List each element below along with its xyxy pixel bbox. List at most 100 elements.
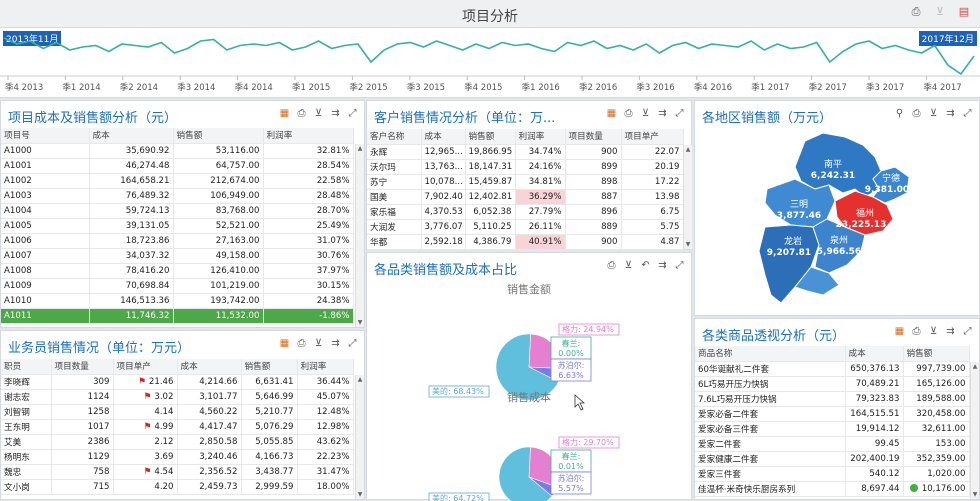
customer-scrollbar[interactable]: ▲ ▼ — [683, 145, 692, 249]
table-row[interactable]: A1004 59,724.13 83,768.00 28.70% — [1, 203, 354, 219]
goods-scrollbar[interactable]: ▲ ▼ — [970, 362, 979, 499]
column-header[interactable]: 销售额 — [241, 359, 298, 375]
column-header[interactable]: 项目号 — [1, 128, 90, 144]
table-row[interactable]: 爱家必备二件套 164,515.51 320,458.00 — [695, 406, 970, 422]
export-icon[interactable]: ⎙ — [623, 108, 634, 119]
table-row[interactable]: 沃尔玛 13,763... 18,147.31 24.16% 899 20.19 — [367, 159, 684, 175]
table-row[interactable]: 爱家二件套 99.45 153.00 — [695, 436, 970, 452]
expand-icon[interactable]: ⤢ — [962, 326, 973, 337]
column-header[interactable]: 项目数量 — [51, 359, 114, 375]
expand-icon[interactable]: ⤢ — [347, 108, 358, 119]
table-row[interactable]: 爱家健康二件套 202,400.19 352,359.00 — [695, 451, 970, 467]
report-icon[interactable]: ▤ — [958, 6, 970, 18]
expand-icon[interactable]: ⤢ — [674, 260, 685, 271]
table-row[interactable]: A1007 34,037.32 49,158.00 30.76% — [1, 248, 354, 264]
region-map[interactable]: 南平 6,242.31 宁德 9,381.00 三明 3,877.46 福州 2… — [695, 127, 980, 317]
filter-icon[interactable]: ⊻ — [928, 326, 939, 337]
filter-icon[interactable]: ⊻ — [623, 260, 634, 271]
table-row[interactable]: 家乐福 4,370.53 6,052.38 27.79% 896 6.75 — [367, 204, 684, 220]
table-row[interactable]: A1000 35,690.92 53,116.00 32.81% — [1, 143, 354, 159]
table-row[interactable]: 60华诞献礼二件套 650,376.13 997,739.00 — [695, 361, 970, 377]
filter-icon[interactable]: ⊻ — [313, 338, 324, 349]
column-header[interactable]: 项目单产 — [621, 129, 684, 145]
column-header[interactable]: 成本 — [89, 128, 174, 144]
table-row[interactable]: A1005 39,131.05 52,521.00 25.49% — [1, 218, 354, 234]
column-header[interactable]: 利润率 — [297, 359, 354, 375]
drill-icon[interactable]: ⇉ — [330, 338, 341, 349]
expand-icon[interactable]: ⤢ — [674, 108, 685, 119]
column-header[interactable]: 项目数量 — [565, 129, 622, 145]
table-row[interactable]: 华都 2,592.18 4,386.79 40.91% 900 4.87 — [367, 234, 684, 250]
table-icon[interactable]: ▦ — [606, 108, 617, 119]
table-row[interactable]: 永辉 12,965... 19,866.95 34.74% 900 22.07 — [367, 144, 684, 160]
table-row[interactable]: A1001 46,274.48 64,757.00 28.54% — [1, 158, 354, 174]
table-row[interactable]: 大润发 3,776.07 5,110.25 26.11% 889 5.75 — [367, 219, 684, 235]
table-row[interactable]: A1006 18,723.86 27,163.00 31.07% — [1, 233, 354, 249]
table-cell: 1,020.00 — [903, 466, 970, 482]
column-header[interactable]: 职员 — [1, 359, 52, 375]
expand-icon[interactable]: ⤢ — [962, 108, 973, 119]
drill-icon[interactable]: ⇉ — [657, 260, 668, 271]
table-row[interactable]: 刘智钢 1258 4.14 4,560.22 5,210.77 12.48% — [1, 404, 354, 420]
table-row[interactable]: 谢志宏 1124 ⚑ 3.02 3,101.77 5,646.99 45.07% — [1, 389, 354, 405]
clear-filter-icon[interactable]: ⊻ — [934, 6, 946, 18]
table-row[interactable]: A1009 70,698.84 101,219.00 30.15% — [1, 278, 354, 294]
table-row[interactable]: 王东明 1017 ⚑ 4.99 4,417.47 5,076.29 12.98% — [1, 419, 354, 435]
drill-icon[interactable]: ⇉ — [945, 108, 956, 119]
export-icon[interactable]: ⎙ — [911, 108, 922, 119]
filter-icon[interactable]: ⊻ — [313, 108, 324, 119]
search-icon[interactable]: ⚲ — [894, 108, 905, 119]
table-row[interactable]: 艾美 2386 2.12 2,850.58 5,055.85 43.62% — [1, 434, 354, 450]
filter-icon[interactable]: ⊻ — [640, 108, 651, 119]
drill-icon[interactable]: ⇉ — [330, 108, 341, 119]
table-row[interactable]: 佳温杯·米奇快乐厨房系列 8,697.44 10,176.00 — [695, 481, 970, 497]
table-row[interactable]: 6L巧易开压力快锅 70,489.21 165,126.00 — [695, 376, 970, 392]
pie-label: 春兰: — [562, 451, 581, 461]
export-icon[interactable]: ⎙ — [911, 326, 922, 337]
table-cell: 4.14 — [113, 404, 178, 420]
expand-icon[interactable]: ⤢ — [347, 338, 358, 349]
column-header[interactable]: 销售额 — [903, 346, 970, 362]
table-row[interactable]: A1002 164,658.21 212,674.00 22.58% — [1, 173, 354, 189]
table-cell: 79,323.83 — [845, 391, 904, 407]
column-header[interactable]: 客户名称 — [367, 129, 422, 145]
filter-icon[interactable]: ⊻ — [928, 108, 939, 119]
drill-icon[interactable]: ⇉ — [657, 108, 668, 119]
table-icon[interactable]: ▦ — [279, 108, 290, 119]
table-row[interactable]: 李晓辉 309 ⚑ 21.46 4,214.66 6,631.41 36.44% — [1, 374, 354, 390]
table-row[interactable]: 爱家必备三件套 19,914.12 32,611.00 — [695, 421, 970, 437]
table-row[interactable]: A1010 146,513.36 193,742.00 24.38% — [1, 293, 354, 309]
column-header[interactable]: 销售额 — [173, 128, 264, 144]
sales-scrollbar[interactable]: ▲ ▼ — [355, 375, 364, 499]
cost-scrollbar[interactable]: ▲ ▼ — [355, 144, 364, 327]
export-icon[interactable]: ⎙ — [606, 260, 617, 271]
table-cell: 18.00% — [297, 479, 354, 495]
export-icon[interactable]: ⎙ — [910, 6, 922, 18]
column-header[interactable]: 成本 — [177, 359, 242, 375]
undo-icon[interactable]: ↶ — [640, 260, 651, 271]
column-header[interactable]: 项目单产 — [113, 359, 178, 375]
column-header[interactable]: 成本 — [421, 129, 466, 145]
pie-charts[interactable]: 销售金额格力: 24.94%春兰:0.00%苏泊尔:6.63%美的: 68.43… — [367, 279, 693, 501]
table-row[interactable]: 7.6L巧易开压力快锅 79,323.83 189,588.00 — [695, 391, 970, 407]
column-header[interactable]: 利润率 — [515, 129, 566, 145]
table-row[interactable]: 杨明东 1129 3.69 3,240.46 4,166.73 22.23% — [1, 449, 354, 465]
table-icon[interactable]: ▦ — [279, 338, 290, 349]
timeline-slider[interactable]: 2013年11月 2017年12月 季4 2013 季1 2014 季2 2014 季… — [0, 28, 980, 98]
export-icon[interactable]: ⎙ — [296, 108, 307, 119]
table-row[interactable]: 魏忠 758 ⚑ 4.54 2,356.52 3,438.77 31.47% — [1, 464, 354, 480]
table-row[interactable]: A1008 78,416.20 126,410.00 37.97% — [1, 263, 354, 279]
table-icon[interactable]: ▦ — [894, 326, 905, 337]
table-row[interactable]: 爱家三件套 540.12 1,020.00 — [695, 466, 970, 482]
export-icon[interactable]: ⎙ — [296, 338, 307, 349]
table-row[interactable]: 文小岗 715 4.20 2,459.73 2,999.59 18.00% — [1, 479, 354, 495]
column-header[interactable]: 销售额 — [465, 129, 516, 145]
column-header[interactable]: 利润率 — [263, 128, 354, 144]
drill-icon[interactable]: ⇉ — [945, 326, 956, 337]
table-row[interactable]: 苏宁 10,078... 15,459.87 34.81% 898 17.22 — [367, 174, 684, 190]
column-header[interactable]: 成本 — [845, 346, 904, 362]
table-row[interactable]: A1003 76,489.32 106,949.00 28.48% — [1, 188, 354, 204]
table-row[interactable]: A1011 11,746.32 11,532.00 -1.86% — [1, 308, 354, 324]
column-header[interactable]: 商品名称 — [695, 346, 846, 362]
table-row[interactable]: 国美 7,902.40 12,402.81 36.29% 887 13.98 — [367, 189, 684, 205]
